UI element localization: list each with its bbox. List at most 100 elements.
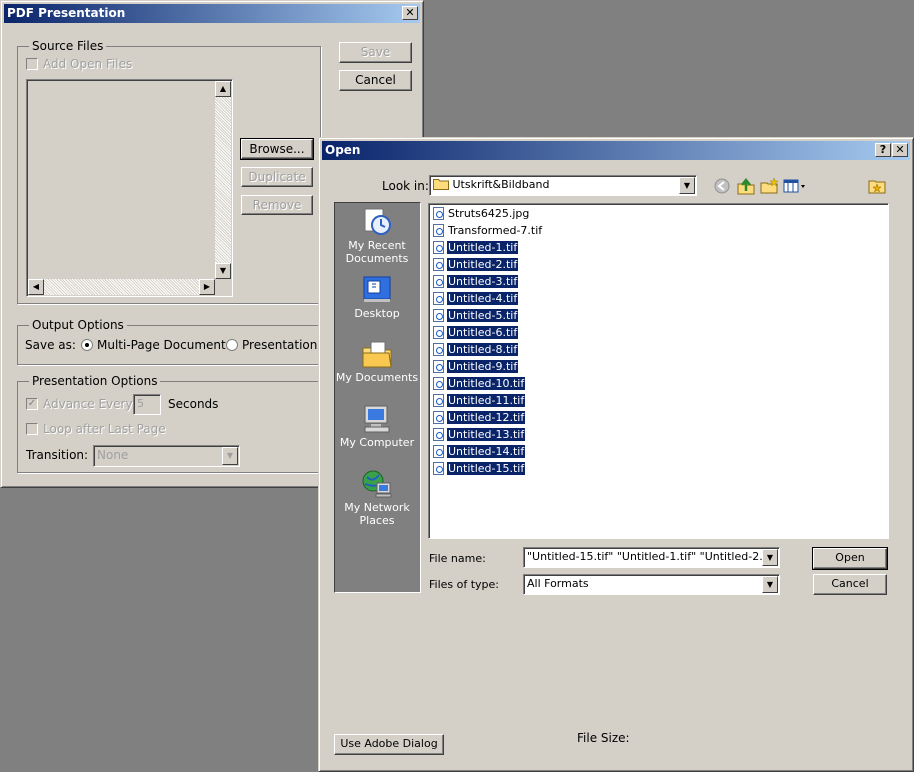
file-list-item[interactable]: Struts6425.jpg [433,206,530,223]
favorites-folder-icon[interactable] [867,177,887,195]
file-list-item[interactable]: Untitled-15.tif [433,461,526,478]
loop-checkbox[interactable] [26,423,38,435]
file-name-text: Untitled-4.tif [447,292,519,305]
open-dialog: Open ? ✕ Look in: Utskrift&Bildband ▼ My… [318,137,914,772]
multi-page-radio[interactable] [81,339,93,351]
transition-value: None [97,448,129,462]
file-list-item[interactable]: Untitled-5.tif [433,308,519,325]
use-adobe-dialog-button[interactable]: Use Adobe Dialog [334,734,444,755]
place-my-computer[interactable]: My Computer [335,404,419,449]
place-label-line2: Places [359,514,395,527]
file-list-item[interactable]: Untitled-1.tif [433,240,519,257]
file-name-text: Untitled-2.tif [447,258,519,271]
image-file-icon [433,444,444,458]
file-name-value: "Untitled-15.tif" "Untitled-1.tif" "Unti… [527,550,780,563]
file-name-text: Untitled-6.tif [447,326,519,339]
close-icon[interactable]: ✕ [402,6,418,20]
scroll-up-icon[interactable]: ▲ [215,81,231,97]
file-list-item[interactable]: Untitled-8.tif [433,342,519,359]
image-file-icon [433,240,444,254]
open-dialog-titlebar[interactable]: Open ? ✕ [322,141,910,160]
up-folder-icon[interactable] [736,177,756,195]
open-dialog-title: Open [325,143,361,157]
place-desktop[interactable]: Desktop [335,275,419,320]
chevron-down-icon[interactable]: ▼ [762,576,778,593]
scroll-down-icon[interactable]: ▼ [215,263,231,279]
image-file-icon [433,376,444,390]
file-name-text: Untitled-3.tif [447,275,519,288]
close-icon[interactable]: ✕ [892,143,908,157]
place-label-line1: My Network [344,501,410,514]
vertical-scrollbar[interactable]: ▲ ▼ [215,81,231,279]
look-in-combo[interactable]: Utskrift&Bildband ▼ [429,175,697,196]
recent-documents-icon [364,208,391,235]
remove-button[interactable]: Remove [241,195,313,215]
file-list-item[interactable]: Untitled-12.tif [433,410,526,427]
advance-seconds-input[interactable]: 5 [133,394,161,415]
file-list-item[interactable]: Untitled-3.tif [433,274,519,291]
place-label-line2: Documents [345,252,409,265]
open-cancel-button[interactable]: Cancel [813,574,887,595]
browse-button[interactable]: Browse... [240,138,314,160]
file-list-item[interactable]: Untitled-2.tif [433,257,519,274]
chevron-down-icon[interactable]: ▼ [679,177,695,194]
multi-page-label: Multi-Page Document [97,338,226,352]
file-name-text: Untitled-11.tif [447,394,526,407]
image-file-icon [433,257,444,271]
file-list[interactable]: Struts6425.jpg Transformed-7.tif Untitled-… [428,203,889,539]
chevron-down-icon[interactable]: ▼ [762,549,778,566]
file-list-item[interactable]: Untitled-14.tif [433,444,526,461]
open-button[interactable]: Open [812,547,888,570]
chevron-down-icon[interactable]: ▼ [222,447,238,465]
image-file-icon [433,461,444,475]
save-button[interactable]: Save [339,42,412,63]
desktop-icon [363,276,391,302]
file-list-item[interactable]: Untitled-13.tif [433,427,526,444]
views-menu-icon[interactable] [783,177,807,195]
file-list-item[interactable]: Transformed-7.tif [433,223,543,240]
new-folder-icon[interactable] [759,177,779,195]
image-file-icon [433,393,444,407]
transition-select[interactable]: None ▼ [93,445,240,467]
file-name-text: Untitled-5.tif [447,309,519,322]
file-name-input[interactable]: "Untitled-15.tif" "Untitled-1.tif" "Unti… [523,547,780,568]
place-my-network-places[interactable]: My Network Places [335,469,419,527]
file-name-text: Untitled-1.tif [447,241,519,254]
add-open-files-checkbox[interactable] [26,58,38,70]
image-file-icon [433,410,444,424]
file-name-text: Struts6425.jpg [448,207,530,220]
files-of-type-value: All Formats [527,577,589,590]
horizontal-scrollbar[interactable]: ◀ ▶ [28,279,215,295]
file-list-item[interactable]: Untitled-6.tif [433,325,519,342]
help-icon[interactable]: ? [875,143,891,157]
image-file-icon [433,427,444,441]
file-name-text: Untitled-15.tif [447,462,526,475]
file-size-label: File Size: [577,731,630,745]
file-list-item[interactable]: Untitled-9.tif [433,359,519,376]
file-name-label: File name: [429,552,486,565]
file-name-text: Untitled-9.tif [447,360,519,373]
scroll-right-icon[interactable]: ▶ [199,279,215,295]
source-files-list[interactable]: ▲ ▼ ◀ ▶ [26,79,233,297]
advance-every-checkbox[interactable]: ✓ [26,398,38,410]
presentation-radio[interactable] [226,339,238,351]
pdf-dialog-titlebar[interactable]: PDF Presentation ✕ [4,4,420,23]
file-list-item[interactable]: Untitled-10.tif [433,376,526,393]
image-file-icon [433,291,444,305]
files-of-type-select[interactable]: All Formats ▼ [523,574,780,595]
image-file-icon [433,308,444,322]
place-my-documents[interactable]: My Documents [335,339,419,384]
duplicate-button[interactable]: Duplicate [241,167,313,187]
folder-icon [433,179,449,190]
file-name-text: Untitled-10.tif [447,377,526,390]
file-list-item[interactable]: Untitled-4.tif [433,291,519,308]
back-icon[interactable] [712,177,732,195]
presentation-label: Presentation [242,338,318,352]
scroll-left-icon[interactable]: ◀ [28,279,44,295]
cancel-button[interactable]: Cancel [339,70,412,91]
place-my-recent-documents[interactable]: My Recent Documents [335,207,419,265]
image-file-icon [433,342,444,356]
output-options-label: Output Options [29,318,127,332]
file-list-item[interactable]: Untitled-11.tif [433,393,526,410]
my-documents-icon [362,341,392,368]
